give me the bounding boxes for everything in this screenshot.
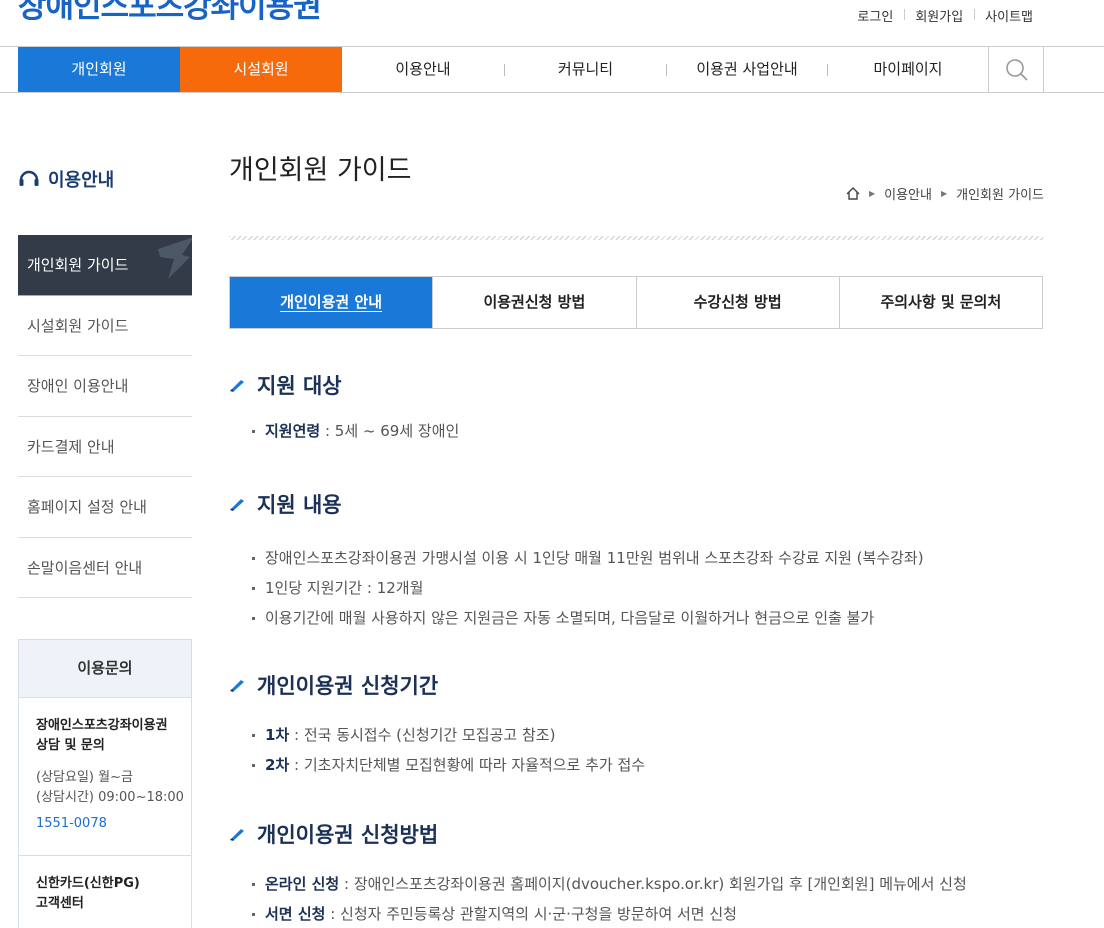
side-menu-sign-relay[interactable]: 손말이음센터 안내 bbox=[18, 538, 192, 598]
item-label: 지원연령 bbox=[265, 422, 321, 440]
pen-icon bbox=[230, 380, 244, 392]
list-item: 장애인스포츠강좌이용권 가맹시설 이용 시 1인당 매월 11만원 범위내 스포… bbox=[229, 543, 924, 573]
section-support-target: 지원 대상 지원연령 : 5세 ~ 69세 장애인 bbox=[229, 370, 459, 446]
inquiry-block: 장애인스포츠강좌이용권 상담 및 문의 (상담요일) 월~금 (상담시간) 09… bbox=[19, 698, 191, 856]
side-menu-personal-guide[interactable]: 개인회원 가이드 bbox=[18, 235, 192, 296]
section-apply-method: 개인이용권 신청방법 온라인 신청 : 장애인스포츠강좌이용권 홈페이지(dvo… bbox=[229, 819, 967, 928]
section-heading: 개인이용권 신청방법 bbox=[229, 819, 967, 849]
section-support-content: 지원 내용 장애인스포츠강좌이용권 가맹시설 이용 시 1인당 매월 11만원 … bbox=[229, 489, 924, 633]
tab-personal-voucher[interactable]: 개인이용권 안내 bbox=[230, 277, 433, 328]
section-title: 개인이용권 신청기간 bbox=[257, 674, 439, 698]
headset-icon bbox=[19, 170, 39, 186]
side-menu-label: 개인회원 가이드 bbox=[27, 256, 129, 274]
login-link[interactable]: 로그인 bbox=[846, 6, 904, 25]
inquiry-title: 이용문의 bbox=[19, 640, 191, 698]
item-text: : 신청자 주민등록상 관할지역의 시·군·구청을 방문하여 서면 신청 bbox=[325, 905, 737, 923]
global-nav: 개인회원 시설회원 이용안내 커뮤니티 이용권 사업안내 마이페이지 bbox=[0, 46, 1104, 93]
list-item: 온라인 신청 : 장애인스포츠강좌이용권 홈페이지(dvoucher.kspo.… bbox=[229, 869, 967, 899]
list-item: 지원연령 : 5세 ~ 69세 장애인 bbox=[229, 416, 459, 446]
section-apply-period: 개인이용권 신청기간 1차 : 전국 동시접수 (신청기간 모집공고 참조) 2… bbox=[229, 670, 645, 780]
section-heading: 지원 대상 bbox=[229, 370, 459, 400]
tab-notice-contact[interactable]: 주의사항 및 문의처 bbox=[838, 277, 1042, 328]
inquiry-days: (상담요일) 월~금 bbox=[36, 770, 133, 785]
breadcrumb-arrow-icon: ▶ bbox=[940, 189, 948, 198]
side-menu-disabled-guide[interactable]: 장애인 이용안내 bbox=[18, 356, 192, 417]
breadcrumb: ▶ 이용안내 ▶ 개인회원 가이드 bbox=[846, 184, 1044, 203]
side-menu-facility-guide[interactable]: 시설회원 가이드 bbox=[18, 296, 192, 356]
site-logo[interactable]: 장애인스포츠강좌이용권 bbox=[18, 0, 322, 26]
item-label: 서면 신청 bbox=[265, 905, 326, 923]
pen-icon bbox=[230, 499, 244, 511]
inquiry-name: 신한카드(신한PG) 고객센터 bbox=[36, 876, 140, 911]
nav-community[interactable]: 커뮤니티 bbox=[505, 47, 666, 92]
section-title: 지원 내용 bbox=[257, 493, 342, 517]
breadcrumb-arrow-icon: ▶ bbox=[868, 189, 876, 198]
utility-links: 로그인 회원가입 사이트맵 bbox=[846, 6, 1044, 25]
content-tabs: 개인이용권 안내 이용권신청 방법 수강신청 방법 주의사항 및 문의처 bbox=[229, 276, 1043, 329]
section-title: 지원 대상 bbox=[257, 374, 342, 398]
list-item: 2차 : 기초자치단체별 모집현황에 따라 자율적으로 추가 접수 bbox=[229, 750, 645, 780]
lnb-title-text: 이용안내 bbox=[48, 166, 125, 192]
inquiry-hours: (상담시간) 09:00~18:00 bbox=[36, 790, 184, 805]
list-item: 서면 신청 : 신청자 주민등록상 관할지역의 시·군·구청을 방문하여 서면 … bbox=[229, 899, 967, 928]
signup-link[interactable]: 회원가입 bbox=[904, 6, 974, 25]
list-item: 1차 : 전국 동시접수 (신청기간 모집공고 참조) bbox=[229, 720, 645, 750]
section-title: 개인이용권 신청방법 bbox=[257, 823, 439, 847]
pen-icon bbox=[230, 829, 244, 841]
sitemap-link[interactable]: 사이트맵 bbox=[974, 6, 1044, 25]
breadcrumb-item[interactable]: 개인회원 가이드 bbox=[956, 184, 1044, 203]
lnb-title: 이용안내 bbox=[18, 166, 125, 192]
item-text: : 기초자치단체별 모집현황에 따라 자율적으로 추가 접수 bbox=[289, 756, 646, 774]
list-item: 이용기간에 매월 사용하지 않은 지원금은 자동 소멸되며, 다음달로 이월하거… bbox=[229, 603, 924, 633]
nav-facility-member[interactable]: 시설회원 bbox=[180, 47, 342, 92]
divider bbox=[229, 236, 1043, 240]
nav-personal-member[interactable]: 개인회원 bbox=[18, 47, 180, 92]
inquiry-box: 이용문의 장애인스포츠강좌이용권 상담 및 문의 (상담요일) 월~금 (상담시… bbox=[18, 639, 192, 928]
section-heading: 지원 내용 bbox=[229, 489, 924, 519]
side-menu-homepage-settings[interactable]: 홈페이지 설정 안내 bbox=[18, 477, 192, 538]
tab-apply-method[interactable]: 이용권신청 방법 bbox=[432, 277, 635, 328]
pen-icon bbox=[230, 680, 244, 692]
nav-usage-guide[interactable]: 이용안내 bbox=[342, 47, 504, 92]
search-button[interactable] bbox=[988, 47, 1044, 92]
list-item: 1인당 지원기간 : 12개월 bbox=[229, 573, 924, 603]
side-menu: 개인회원 가이드 시설회원 가이드 장애인 이용안내 카드결제 안내 홈페이지 … bbox=[18, 235, 192, 598]
inquiry-phone[interactable]: 1551-0078 bbox=[36, 816, 191, 831]
item-label: 온라인 신청 bbox=[265, 875, 340, 893]
breadcrumb-item[interactable]: 이용안내 bbox=[884, 184, 932, 203]
item-label: 1차 bbox=[265, 726, 290, 744]
item-label: 2차 bbox=[265, 756, 290, 774]
nav-mypage[interactable]: 마이페이지 bbox=[828, 47, 988, 92]
inquiry-block: 신한카드(신한PG) 고객센터 bbox=[19, 856, 191, 914]
tab-course-apply[interactable]: 수강신청 방법 bbox=[635, 277, 839, 328]
item-text: : 5세 ~ 69세 장애인 bbox=[320, 422, 460, 440]
item-text: : 장애인스포츠강좌이용권 홈페이지(dvoucher.kspo.or.kr) … bbox=[339, 875, 967, 893]
bird-decoration-icon bbox=[158, 237, 192, 279]
home-icon[interactable] bbox=[846, 187, 860, 200]
page-title: 개인회원 가이드 bbox=[229, 155, 412, 186]
inquiry-name: 장애인스포츠강좌이용권 상담 및 문의 bbox=[36, 718, 168, 753]
section-heading: 개인이용권 신청기간 bbox=[229, 670, 645, 700]
item-text: : 전국 동시접수 (신청기간 모집공고 참조) bbox=[289, 726, 556, 744]
side-menu-card-payment[interactable]: 카드결제 안내 bbox=[18, 417, 192, 477]
search-icon bbox=[1006, 59, 1028, 81]
nav-business-guide[interactable]: 이용권 사업안내 bbox=[667, 47, 827, 92]
